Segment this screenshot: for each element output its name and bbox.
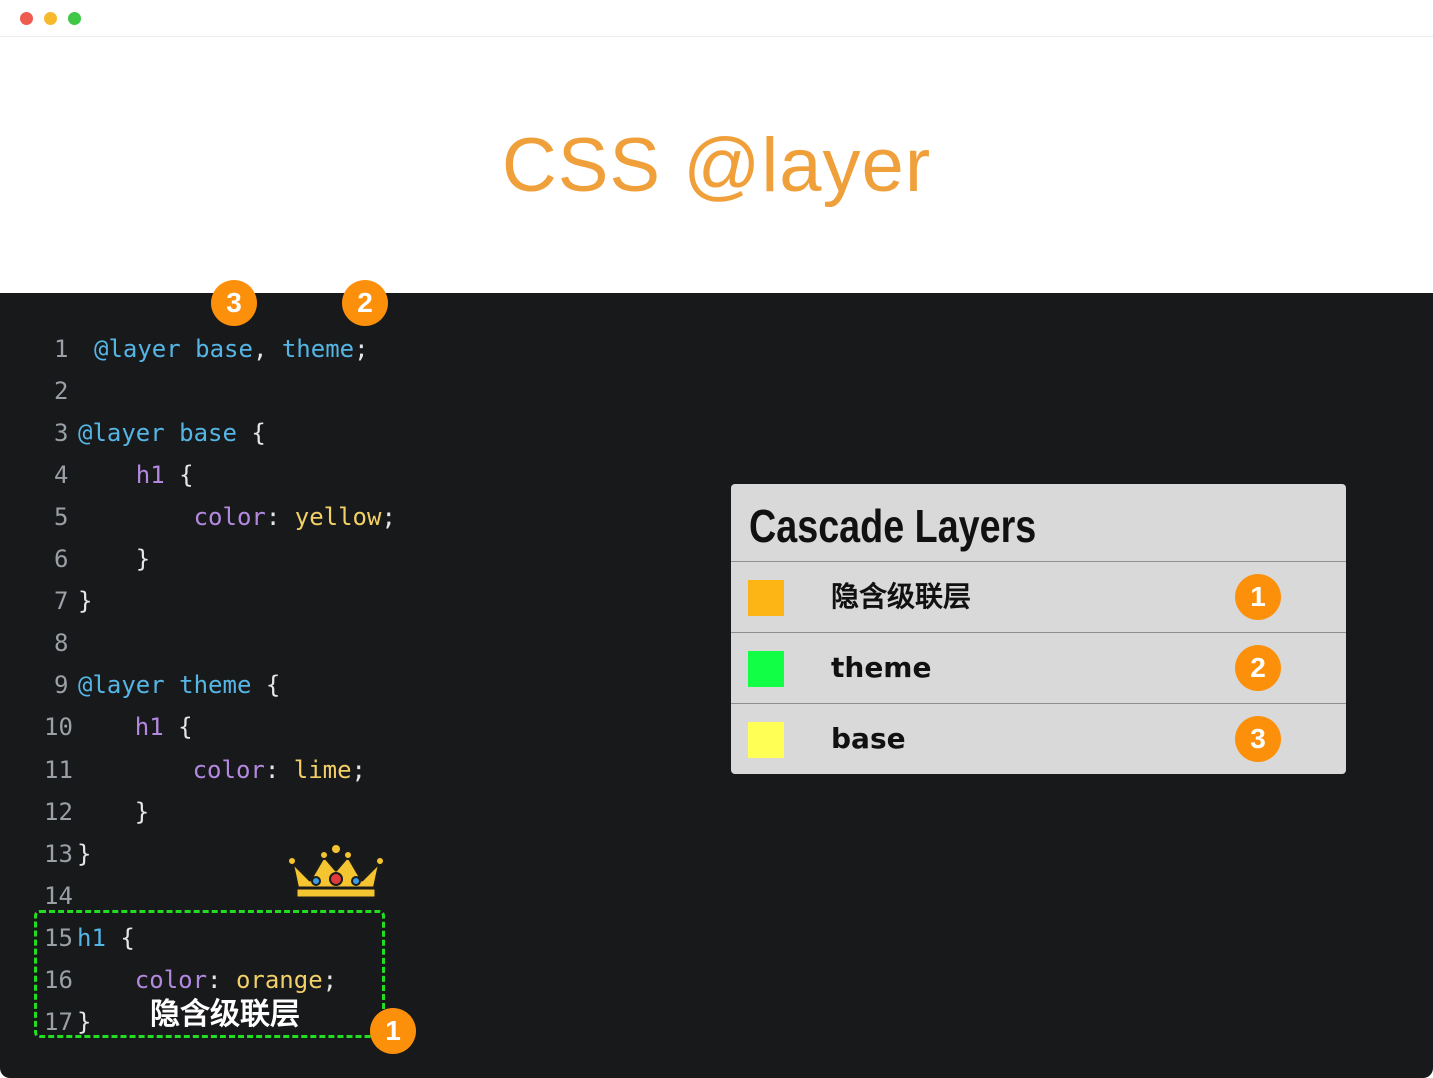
layer-name: 隐含级联层	[831, 580, 972, 613]
line-number: 4	[54, 461, 69, 490]
code-token: }	[77, 839, 92, 868]
layer-name: theme	[831, 651, 932, 684]
code-line: 1 @layer base, theme;	[54, 328, 369, 370]
line-number: 13	[44, 839, 73, 868]
code-line: 10 h1 {	[44, 706, 193, 748]
panel-title: Cascade Layers	[749, 500, 1037, 552]
code-token: ,	[252, 335, 282, 363]
code-token: ;	[381, 503, 396, 532]
layer-row-implicit: 隐含级联层 1	[731, 561, 1346, 631]
code-line: 13}	[44, 833, 91, 875]
code-token: @layer	[78, 419, 165, 448]
code-token: ;	[354, 335, 369, 363]
code-token: base	[195, 335, 253, 363]
line-number: 5	[54, 503, 69, 532]
theme-order-badge: 2	[342, 280, 388, 326]
code-token: color	[193, 503, 266, 532]
code-line: 4 h1 {	[54, 454, 194, 496]
code-line: 3 @layer base {	[54, 412, 266, 454]
code-token: {	[163, 713, 193, 742]
code-line: 11 color: lime;	[44, 749, 366, 791]
layer-row-theme: theme 2	[731, 632, 1346, 702]
color-swatch	[748, 722, 784, 758]
line-number: 10	[44, 713, 73, 742]
code-token: h1	[134, 713, 164, 742]
code-line: 2	[54, 370, 78, 412]
code-token: theme	[179, 671, 252, 700]
layer-rank-badge: 1	[1235, 574, 1281, 620]
code-line: 6 }	[54, 538, 150, 580]
code-token: :	[264, 755, 294, 784]
layer-rank-badge: 2	[1235, 645, 1281, 691]
code-token: @layer	[78, 671, 165, 700]
line-number: 12	[44, 797, 73, 826]
implicit-order-badge: 1	[370, 1008, 416, 1054]
cascade-layers-panel: Cascade Layers 隐含级联层 1 theme 2 base 3	[731, 484, 1346, 774]
window-title-bar	[0, 0, 1433, 37]
code-token: }	[78, 587, 93, 616]
line-number: 7	[54, 587, 69, 616]
code-token: color	[192, 755, 265, 784]
code-token: ;	[351, 755, 366, 784]
code-line: 7}	[54, 580, 92, 622]
close-window-button[interactable]	[20, 12, 33, 25]
code-token: {	[251, 671, 281, 700]
line-number: 6	[54, 545, 69, 574]
crown-icon	[287, 843, 385, 900]
code-token: @layer	[94, 335, 181, 363]
line-number: 9	[54, 671, 69, 700]
code-token: h1	[135, 461, 165, 490]
color-swatch	[748, 580, 784, 616]
code-token: lime	[293, 755, 352, 784]
code-token: }	[134, 797, 150, 826]
code-token: yellow	[294, 503, 382, 532]
minimize-window-button[interactable]	[44, 12, 57, 25]
code-token: :	[265, 503, 295, 532]
code-line: 9 @layer theme {	[54, 664, 280, 706]
code-line: 12 }	[44, 791, 149, 833]
layer-rank-badge: 3	[1235, 716, 1281, 762]
code-token: base	[179, 419, 237, 448]
line-number: 3	[54, 419, 69, 448]
line-number: 11	[44, 755, 73, 784]
code-line: 8	[54, 622, 78, 664]
code-token: {	[164, 461, 194, 490]
line-number: 2	[54, 377, 69, 406]
zoom-window-button[interactable]	[68, 12, 81, 25]
code-token: {	[236, 419, 266, 448]
implicit-layer-caption: 隐含级联层	[150, 997, 300, 1032]
color-swatch	[748, 651, 784, 687]
base-order-badge: 3	[211, 280, 257, 326]
page-title: CSS @layer	[501, 123, 932, 208]
code-line: 5 color: yellow;	[54, 496, 396, 538]
code-token: }	[135, 545, 151, 574]
code-token: theme	[281, 335, 355, 363]
line-number: 1	[54, 335, 69, 363]
layer-row-base: base 3	[731, 703, 1346, 773]
line-number: 8	[54, 629, 69, 658]
layer-name: base	[831, 722, 906, 755]
